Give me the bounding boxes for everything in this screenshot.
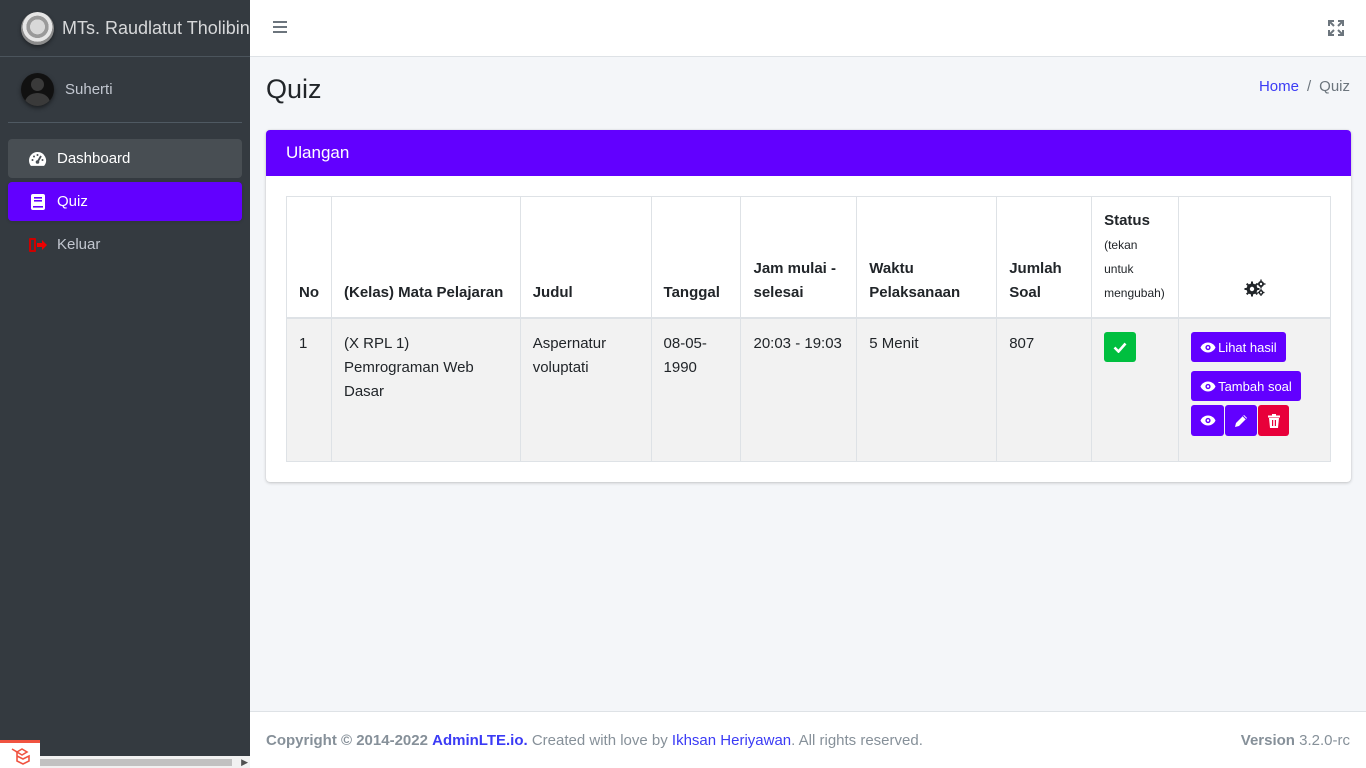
laravel-icon[interactable] (0, 740, 40, 768)
sidebar-nav: Dashboard Quiz Keluar (0, 123, 250, 264)
user-name[interactable]: Suherti (65, 81, 113, 98)
cell-status (1091, 317, 1180, 462)
book-icon (28, 193, 47, 210)
user-panel: Suherti (8, 57, 242, 123)
page-title: Quiz (266, 74, 322, 104)
check-icon (1113, 342, 1127, 353)
col-status: Status (tekan untuk mengubah) (1091, 196, 1180, 319)
author-link[interactable]: Ikhsan Heriyawan (672, 732, 791, 749)
col-judul: Judul (519, 196, 652, 319)
breadcrumb: Home / Quiz (1259, 78, 1350, 95)
col-mapel: (Kelas) Mata Pelajaran (331, 196, 521, 319)
sidebar-item-label: Keluar (57, 236, 101, 253)
content-header: Quiz Home / Quiz (266, 72, 1350, 112)
main-sidebar: MTs. Raudlatut Tholibin Suherti Dashboar… (0, 0, 250, 768)
breadcrumb-home-link[interactable]: Home (1259, 78, 1299, 95)
cell-tanggal: 08-05-1990 (650, 317, 742, 462)
horizontal-scrollbar[interactable]: ▶ (40, 756, 250, 768)
card-body: No (Kelas) Mata Pelajaran Judul Tanggal … (266, 176, 1351, 482)
cell-actions: Lihat hasil Tambah soal (1178, 317, 1331, 462)
fullscreen-icon[interactable] (1328, 20, 1344, 36)
eye-icon (1200, 342, 1216, 352)
sign-out-icon (28, 237, 47, 252)
cell-jumlah: 807 (996, 317, 1093, 462)
sidebar-item-dashboard[interactable]: Dashboard (8, 139, 242, 178)
adminlte-link[interactable]: AdminLTE.io. (432, 732, 528, 749)
col-waktu: Waktu Pelaksanaan (856, 196, 998, 319)
scroll-right-arrow-icon[interactable]: ▶ (241, 757, 248, 768)
breadcrumb-separator: / (1306, 78, 1312, 95)
trash-icon (1267, 413, 1280, 428)
card-header: Ulangan (266, 130, 1351, 176)
lihat-hasil-label: Lihat hasil (1218, 339, 1277, 355)
rights-text: . All rights reserved. (791, 732, 923, 749)
lihat-hasil-button[interactable]: Lihat hasil (1191, 332, 1286, 362)
footer-version: Version 3.2.0-rc (1241, 732, 1350, 749)
copyright-text: Copyright © 2014-2022 (266, 732, 428, 749)
menu-toggle-icon[interactable] (273, 18, 289, 38)
action-group (1191, 405, 1290, 436)
col-no: No (286, 196, 332, 319)
pencil-icon (1235, 414, 1248, 427)
brand-link[interactable]: MTs. Raudlatut Tholibin (0, 0, 250, 57)
quiz-table: No (Kelas) Mata Pelajaran Judul Tanggal … (286, 196, 1331, 462)
status-label: Status (1104, 212, 1150, 229)
main-footer: Copyright © 2014-2022 AdminLTE.io. Creat… (250, 711, 1366, 768)
cell-jam: 20:03 - 19:03 (740, 317, 858, 462)
table-header-row: No (Kelas) Mata Pelajaran Judul Tanggal … (286, 196, 1331, 319)
col-jam: Jam mulai - selesai (740, 196, 858, 319)
tanggal-value: 08-05-1990 (663, 335, 707, 376)
tachometer-icon (28, 151, 47, 167)
created-text: Created with love by (531, 732, 668, 749)
brand-text: MTs. Raudlatut Tholibin (62, 17, 250, 38)
school-logo (21, 11, 54, 45)
eye-icon (1200, 415, 1216, 426)
sidebar-item-quiz[interactable]: Quiz (8, 182, 242, 221)
col-jumlah: Jumlah Soal (996, 196, 1093, 319)
status-toggle-button[interactable] (1104, 332, 1137, 362)
gears-icon (1244, 279, 1266, 297)
edit-button[interactable] (1225, 405, 1258, 436)
col-actions (1178, 196, 1331, 319)
view-button[interactable] (1191, 405, 1225, 436)
cell-mapel: (X RPL 1) Pemrograman Web Dasar (331, 317, 521, 462)
sidebar-item-label: Quiz (57, 193, 88, 210)
top-navbar (250, 0, 1366, 57)
cell-judul: Aspernatur voluptati (519, 317, 652, 462)
version-number: 3.2.0-rc (1299, 732, 1350, 749)
status-hint: (tekan untuk mengubah) (1104, 238, 1165, 300)
table-row: 1 (X RPL 1) Pemrograman Web Dasar Aspern… (286, 317, 1331, 462)
cell-no: 1 (286, 317, 332, 462)
sidebar-item-label: Dashboard (57, 150, 131, 167)
tambah-soal-button[interactable]: Tambah soal (1191, 371, 1301, 401)
breadcrumb-current: Quiz (1319, 78, 1350, 95)
col-tanggal: Tanggal (650, 196, 742, 319)
version-label: Version (1240, 732, 1295, 749)
footer-copyright: Copyright © 2014-2022 AdminLTE.io. Creat… (266, 732, 923, 749)
tambah-soal-label: Tambah soal (1218, 378, 1292, 394)
sidebar-item-keluar[interactable]: Keluar (8, 225, 242, 264)
delete-button[interactable] (1258, 405, 1290, 436)
scrollbar-thumb[interactable] (40, 759, 232, 766)
cell-waktu: 5 Menit (856, 317, 998, 462)
avatar (21, 73, 54, 106)
quiz-card: Ulangan No (Kelas) Mata Pelajaran Judul … (266, 130, 1351, 482)
eye-icon (1200, 381, 1216, 391)
sidebar-bottom: ▶ (0, 736, 250, 768)
